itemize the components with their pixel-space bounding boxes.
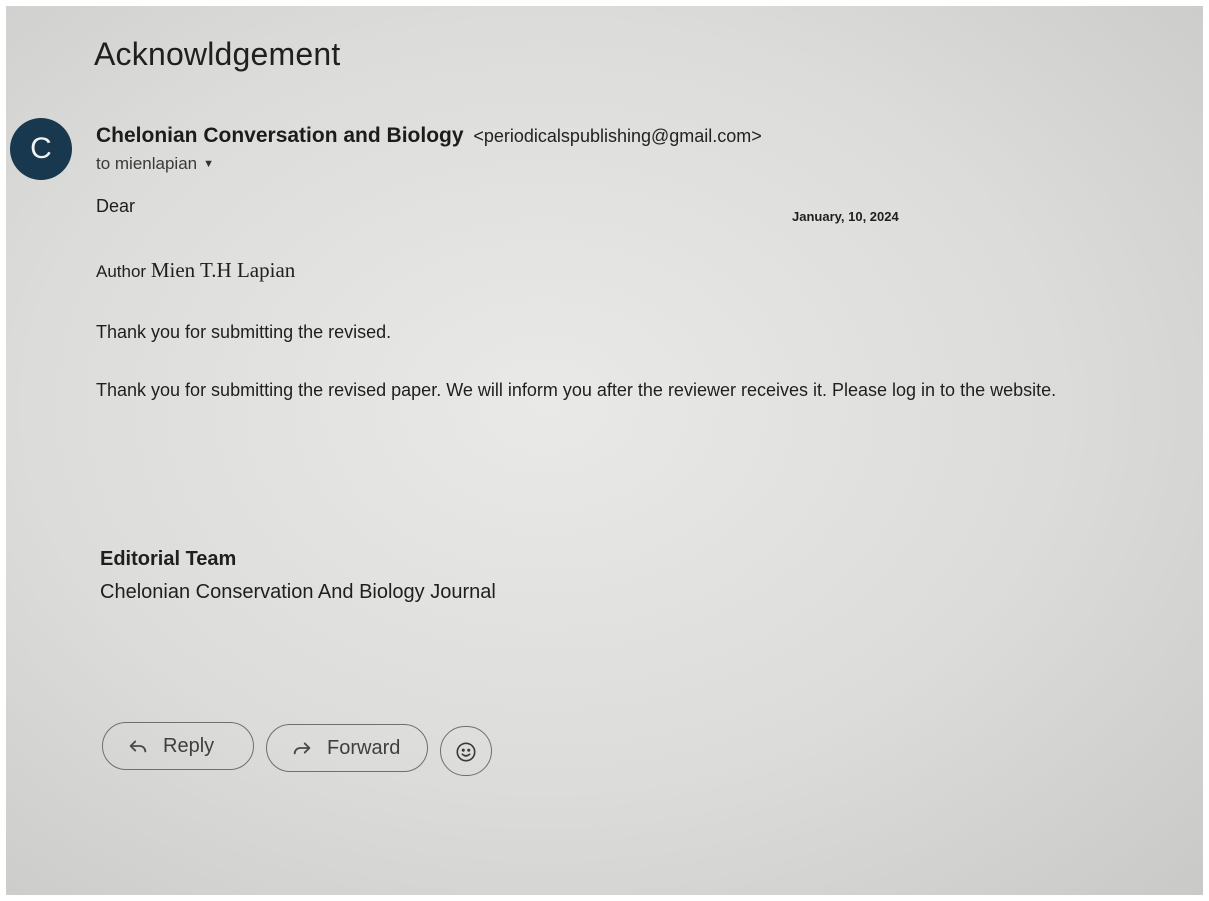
reply-arrow-icon	[127, 735, 149, 757]
body-line-1: Thank you for submitting the revised.	[96, 322, 392, 342]
email-subject: Acknowldgement	[94, 36, 341, 72]
forward-button[interactable]: Forward	[266, 724, 428, 772]
signature-journal: Chelonian Conservation And Biology Journ…	[100, 581, 496, 603]
author-name: Mien T.H Lapian	[150, 258, 296, 282]
greeting: Dear	[96, 196, 136, 216]
sender-name[interactable]: Chelonian Conversation and Biology	[96, 124, 464, 147]
recipient-details-toggle[interactable]: to mienlapian ▼	[96, 154, 214, 174]
forward-arrow-icon	[291, 737, 313, 759]
letter-date: January, 10, 2024	[792, 209, 899, 224]
sender-email: <periodicalspublishing@gmail.com>	[473, 126, 762, 146]
sender-line: Chelonian Conversation and Biology <peri…	[96, 124, 762, 148]
body-line-2: Thank you for submitting the revised pap…	[96, 380, 1057, 400]
forward-label: Forward	[327, 736, 401, 759]
reply-button[interactable]: Reply	[102, 722, 254, 770]
emoji-reaction-button[interactable]	[440, 726, 492, 776]
sender-avatar[interactable]: C	[10, 118, 72, 180]
author-prefix: Author	[96, 262, 147, 281]
smiley-face-icon	[455, 740, 477, 762]
caret-down-icon[interactable]: ▼	[203, 158, 214, 170]
reply-label: Reply	[163, 734, 215, 757]
recipient-label: to mienlapian	[96, 154, 198, 173]
signature-team: Editorial Team	[100, 548, 237, 570]
author-line: Author Mien T.H Lapian	[96, 258, 295, 283]
avatar-letter: C	[30, 132, 52, 165]
email-view: Acknowldgement C Chelonian Conversation …	[6, 6, 1203, 895]
